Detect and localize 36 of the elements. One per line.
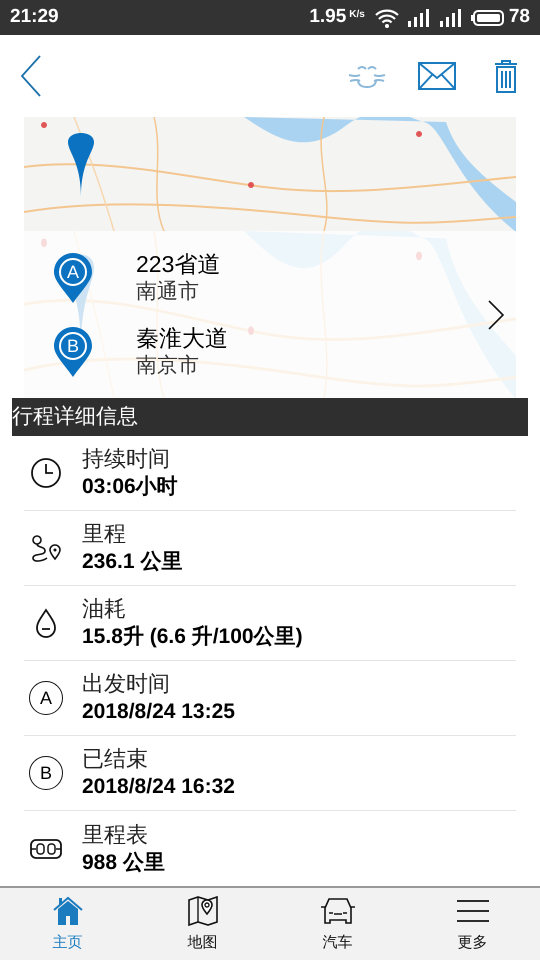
battery-level: 78 [508, 5, 530, 30]
detail-label: 里程表 [82, 820, 149, 848]
tab-item[interactable]: 地图 [135, 888, 270, 960]
tab-item[interactable]: 更多 [405, 888, 540, 960]
tab-item[interactable]: 汽车 [270, 888, 405, 960]
detail-value: 15.8升 (6.6 升/100公里) [82, 624, 303, 650]
road-name: 223省道 [136, 250, 220, 278]
detail-label: 已结束 [82, 745, 149, 773]
detail-label: 出发时间 [82, 670, 171, 698]
wifi-icon [374, 8, 399, 28]
status-time: 21:29 [10, 5, 59, 30]
detail-label: 里程 [82, 520, 127, 548]
clock-icon [29, 456, 63, 490]
speed-unit: K/s [349, 8, 365, 22]
detail-value: 236.1 公里 [82, 549, 182, 575]
detail-label: 持续时间 [82, 445, 171, 473]
detail-value: 2018/8/24 16:32 [82, 774, 235, 800]
signal-icon [438, 8, 461, 28]
detail-value: 988 公里 [82, 850, 165, 876]
city-name: 南京市 [136, 352, 200, 378]
delete-button[interactable] [494, 59, 518, 93]
detail-value: 03:06小时 [82, 474, 178, 500]
tab-item[interactable]: 主页 [0, 888, 135, 960]
map-pin-icon: A [54, 252, 92, 302]
network-speed: 1.95 [309, 5, 346, 30]
city-name: 南通市 [136, 278, 200, 304]
section-title: 行程详细信息 [12, 404, 138, 430]
mail-button[interactable] [418, 62, 456, 90]
detail-value: 2018/8/24 13:25 [82, 699, 235, 725]
detail-label: 油耗 [82, 595, 127, 623]
map-pin-icon: B [54, 326, 92, 376]
road-name: 秦淮大道 [136, 324, 228, 352]
chevron-right-button[interactable] [488, 300, 504, 330]
signal-icon [406, 8, 429, 28]
battery-icon [470, 8, 505, 28]
map-icon [186, 894, 220, 928]
